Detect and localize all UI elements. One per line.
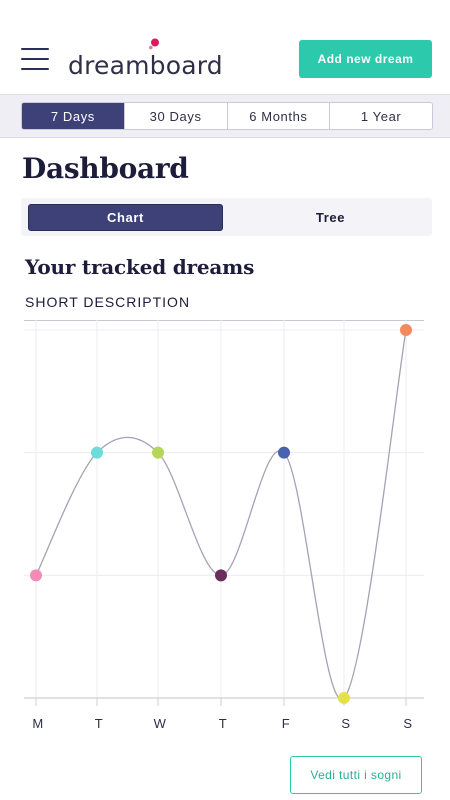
page-title: Dashboard [22,152,189,185]
tab-7-days[interactable]: 7 Days [22,103,124,129]
x-tick-label: F [282,716,290,731]
app-header: dreamboard Add new dream [0,0,450,94]
section-subtitle: SHORT DESCRIPTION [25,294,191,310]
x-tick-label: W [154,716,167,731]
x-tick-label: T [95,716,103,731]
data-point [215,569,227,582]
time-range-bar: 7 Days 30 Days 6 Months 1 Year [0,94,450,138]
logo-text: dreamboard [68,51,223,80]
tab-1-year[interactable]: 1 Year [329,103,432,129]
data-point [400,324,412,336]
x-tick-label: M [32,716,43,731]
data-point [30,569,42,582]
data-point [91,446,103,459]
logo-dots-icon [149,38,159,50]
dreamboard-logo[interactable]: dreamboard [68,38,223,78]
section-title: Your tracked dreams [25,255,255,279]
x-tick-label: S [341,716,350,731]
tree-view-toggle[interactable]: Tree [234,205,427,230]
data-point [338,692,350,704]
x-tick-label: S [403,716,412,731]
chart-view-toggle[interactable]: Chart [29,205,222,230]
data-point [152,446,164,459]
dreams-line-chart: MTWTFSS [24,320,424,731]
view-switch: Chart Tree [21,198,432,236]
time-range-tabs: 7 Days 30 Days 6 Months 1 Year [21,102,433,130]
x-tick-label: T [219,716,227,731]
add-new-dream-button[interactable]: Add new dream [299,40,432,78]
see-all-dreams-button[interactable]: Vedi tutti i sogni [290,756,422,794]
tab-30-days[interactable]: 30 Days [123,103,227,129]
hamburger-menu-icon[interactable] [21,47,49,71]
data-point [278,446,290,459]
tab-6-months[interactable]: 6 Months [226,103,330,129]
